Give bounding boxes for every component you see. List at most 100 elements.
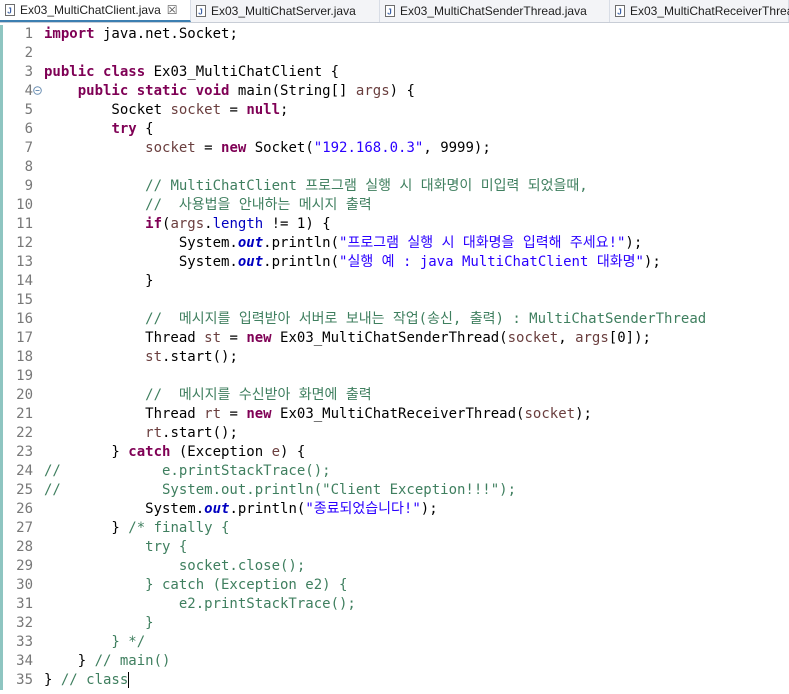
token: try [111,121,137,137]
code-text[interactable]: public class Ex03_MultiChatClient { [44,63,339,82]
code-text[interactable]: } // class [44,671,130,690]
code-line: 17 Thread st = new Ex03_MultiChatSenderT… [0,329,789,348]
token: ); [625,235,643,251]
token: new [246,406,272,422]
tab-label: Ex03_MultiChatClient.java [20,3,161,17]
code-text[interactable]: } [44,614,153,633]
code-text[interactable]: rt.start(); [44,424,238,443]
code-text[interactable]: try { [44,538,187,557]
code-line: 22 rt.start(); [0,424,789,443]
token: } */ [44,634,146,650]
code-line: 15 [0,291,789,310]
code-line: 28 try { [0,538,789,557]
line-number: 21 [16,406,33,422]
code-line: 6 try { [0,120,789,139]
code-line: 11 if(args.length != 1) { [0,215,789,234]
token: /* finally { [128,520,230,536]
svg-text:J: J [198,8,202,17]
token: // 사용법을 안내하는 메시지 출력 [145,197,372,213]
tab-label: Ex03_MultiChatReceiverThread.java [630,4,789,18]
token: } [44,444,129,460]
code-text[interactable]: import java.net.Socket; [44,25,238,44]
tab-server[interactable]: J Ex03_MultiChatServer.java [191,0,380,22]
token: e2.printStackTrace(); [44,596,356,612]
line-number: 28 [16,539,33,555]
token: .println( [263,235,340,251]
code-text[interactable]: try { [44,120,153,139]
code-text[interactable]: System.out.println("프로그램 실행 시 대화명을 입력해 주… [44,234,642,253]
code-text[interactable]: if(args.length != 1) { [44,215,330,234]
line-number: 24 [16,463,33,479]
token: ) { [389,83,415,99]
code-text[interactable]: System.out.println("실행 예 : java MultiCha… [44,253,661,272]
editor-tab-bar: J Ex03_MultiChatClient.java ☒ J Ex03_Mul… [0,0,789,23]
tab-receiver-thread[interactable]: J Ex03_MultiChatReceiverThread.java [610,0,789,22]
token: if [145,216,163,232]
svg-text:J: J [7,7,11,16]
code-text[interactable]: } [44,272,153,291]
line-number: 14 [16,273,33,289]
code-editor[interactable]: 1 import java.net.Socket; 2 3 public class E… [0,25,789,694]
code-text[interactable]: } // main() [44,652,171,671]
token: length [212,216,264,232]
code-text[interactable]: // System.out.println("Client Exception!… [44,481,516,500]
code-line: 30 } catch (Exception e2) { [0,576,789,595]
line-number: 10 [16,197,33,213]
token: socket [170,102,222,118]
code-text[interactable]: Thread st = new Ex03_MultiChatSenderThre… [44,329,651,348]
token: new [221,140,247,156]
code-text[interactable]: } catch (Exception e2) { [44,576,347,595]
token: = [221,330,247,346]
java-file-icon: J [196,5,206,17]
code-text[interactable]: socket.close(); [44,557,305,576]
code-line: 34 } // main() [0,652,789,671]
close-icon[interactable]: ☒ [167,3,178,17]
line-number: 3 [24,64,33,80]
line-number: 13 [16,254,33,270]
fold-collapse-icon[interactable] [33,82,42,101]
token: .println( [229,501,306,517]
code-text[interactable]: // 메시지를 입력받아 서버로 보내는 작업(송신, 출력) : MultiC… [44,310,706,329]
token: .start(); [162,349,238,365]
token: main(String[] [229,83,356,99]
token: Thread [44,330,205,346]
line-number: 35 [16,672,33,688]
token: // System.out.println("Client Exception!… [44,482,517,498]
code-text[interactable]: Thread rt = new Ex03_MultiChatReceiverTh… [44,405,592,424]
token: Socket [44,102,171,118]
token: , [558,330,576,346]
code-line: 16 // 메시지를 입력받아 서버로 보내는 작업(송신, 출력) : Mul… [0,310,789,329]
code-text[interactable]: } catch (Exception e) { [44,443,305,462]
code-text[interactable]: Socket socket = null; [44,101,288,120]
line-number: 16 [16,311,33,327]
token: "192.168.0.3" [313,140,424,156]
token: = [195,140,222,156]
code-text[interactable]: // 메시지를 수신받아 화면에 출력 [44,386,371,405]
code-text[interactable]: System.out.println("종료되었습니다!"); [44,500,437,519]
code-text[interactable]: } */ [44,633,145,652]
token: // MultiChatClient 프로그램 실행 시 대화명이 미입력 되었… [145,178,588,194]
token: ) { [280,444,306,460]
token: socket.close(); [44,558,306,574]
code-text[interactable]: e2.printStackTrace(); [44,595,356,614]
line-number: 15 [16,292,33,308]
token: "프로그램 실행 시 대화명을 입력해 주세요!" [339,235,626,251]
tab-client[interactable]: J Ex03_MultiChatClient.java ☒ [0,0,191,22]
code-line: 1 import java.net.Socket; [0,25,789,44]
code-text[interactable]: // MultiChatClient 프로그램 실행 시 대화명이 미입력 되었… [44,177,588,196]
code-text[interactable]: // 사용법을 안내하는 메시지 출력 [44,196,372,215]
code-text[interactable]: } /* finally { [44,519,229,538]
tab-sender-thread[interactable]: J Ex03_MultiChatSenderThread.java [380,0,610,22]
token: "종료되었습니다!" [305,501,421,517]
code-text[interactable]: // e.printStackTrace(); [44,462,331,481]
code-text[interactable]: socket = new Socket("192.168.0.3", 9999)… [44,139,491,158]
svg-text:J: J [387,8,391,17]
code-text[interactable]: st.start(); [44,348,238,367]
token: args [170,216,205,232]
code-line: 14 } [0,272,789,291]
code-text[interactable]: public static void main(String[] args) { [44,82,415,101]
code-line: 4 public static void main(String[] args)… [0,82,789,101]
